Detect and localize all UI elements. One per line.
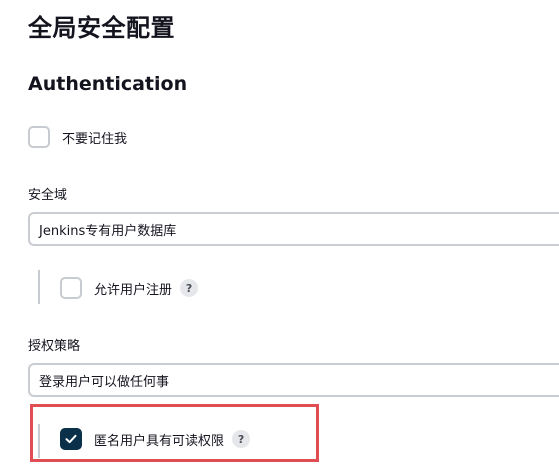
help-icon[interactable]: ? — [180, 279, 199, 297]
security-realm-label: 安全域 — [28, 188, 68, 203]
nested-options-bar — [38, 424, 40, 458]
allow-signup-checkbox[interactable] — [60, 277, 82, 299]
check-icon — [65, 434, 77, 444]
nested-options-bar — [38, 270, 40, 304]
anonymous-read-checkbox[interactable] — [60, 428, 82, 450]
remember-me-checkbox[interactable] — [28, 126, 50, 148]
allow-signup-row[interactable]: 允许用户注册 ? — [60, 277, 199, 299]
authentication-section-title: Authentication — [28, 73, 188, 95]
global-security-page: 全局安全配置 Authentication 不要记住我 安全域 Jenkins专… — [0, 0, 559, 469]
anonymous-read-label: 匿名用户具有可读权限 — [94, 433, 225, 449]
remember-me-label: 不要记住我 — [62, 131, 128, 147]
remember-me-row[interactable]: 不要记住我 — [28, 126, 127, 148]
page-title: 全局安全配置 — [28, 14, 175, 42]
authorization-strategy-label: 授权策略 — [28, 339, 81, 354]
security-realm-select[interactable]: Jenkins专有用户数据库 — [28, 212, 559, 246]
allow-signup-label: 允许用户注册 — [94, 282, 173, 298]
help-icon[interactable]: ? — [232, 430, 251, 448]
authorization-strategy-select[interactable]: 登录用户可以做任何事 — [28, 363, 559, 397]
anonymous-read-row[interactable]: 匿名用户具有可读权限 ? — [60, 428, 251, 450]
